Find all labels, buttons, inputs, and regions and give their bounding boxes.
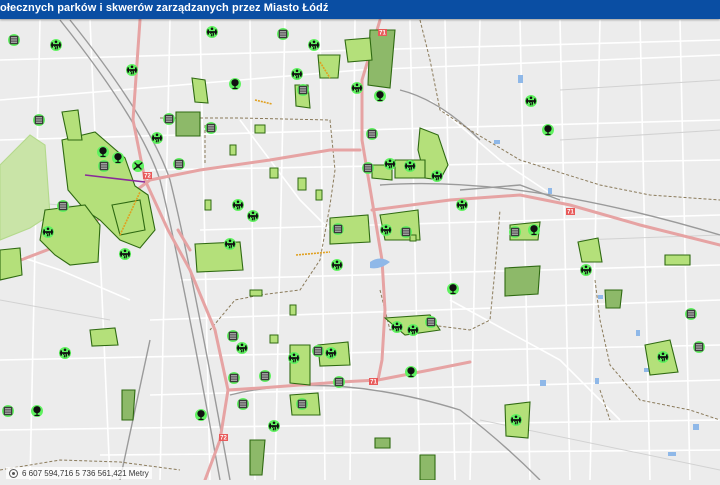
sport-marker	[132, 160, 144, 172]
toilet-marker	[2, 405, 14, 417]
fitness-marker	[232, 199, 244, 211]
road-shield-71-south: 71	[369, 378, 378, 386]
fitness-marker	[407, 324, 419, 336]
park-rect-north	[175, 111, 201, 137]
road-label: 71	[370, 380, 377, 386]
toilet-marker	[332, 223, 344, 235]
playground-marker	[374, 90, 386, 102]
fitness-marker	[351, 82, 363, 94]
park-east-small-2	[604, 289, 623, 309]
fitness-marker	[42, 226, 54, 238]
fitness-marker	[431, 170, 443, 182]
toilet-marker	[333, 376, 345, 388]
playground-marker	[447, 283, 459, 295]
road-shield-71-east: 71	[566, 208, 575, 216]
fitness-marker	[224, 238, 236, 250]
toilet-marker	[277, 28, 289, 40]
park-west-strip	[0, 247, 23, 281]
toilet-marker	[297, 84, 309, 96]
park-north-1	[191, 77, 209, 104]
fitness-marker	[288, 352, 300, 364]
park-south-6	[121, 389, 136, 421]
playground-marker	[528, 224, 540, 236]
toilet-marker	[366, 128, 378, 140]
fitness-marker	[525, 95, 537, 107]
fitness-marker	[510, 414, 522, 426]
park-east-strip	[664, 254, 691, 266]
toilet-marker	[98, 160, 110, 172]
park-west-mid	[89, 327, 119, 347]
playground-marker	[405, 366, 417, 378]
park-south-9	[249, 439, 266, 476]
fitness-marker	[657, 351, 669, 363]
toilet-marker	[296, 398, 308, 410]
fitness-marker	[119, 248, 131, 260]
playground-marker	[31, 405, 43, 417]
toilet-marker	[362, 162, 374, 174]
toilet-marker	[312, 345, 324, 357]
toilet-marker	[693, 341, 705, 353]
map-view[interactable]: 71 72 71 71 72	[0, 0, 720, 482]
fitness-marker	[59, 347, 71, 359]
map-title: ołecznych parków i skwerów zarządzanych …	[0, 2, 329, 14]
fitness-marker	[151, 132, 163, 144]
park-east-small-1	[577, 237, 603, 263]
fitness-marker	[236, 342, 248, 354]
fitness-marker	[380, 224, 392, 236]
toilet-marker	[685, 308, 697, 320]
fitness-marker	[126, 64, 138, 76]
road-shield-72-south: 72	[219, 434, 228, 442]
fitness-marker	[247, 210, 259, 222]
toilet-marker	[8, 34, 20, 46]
park-north-3	[317, 54, 341, 79]
fitness-marker	[206, 26, 218, 38]
road-label: 72	[144, 174, 151, 180]
road-shield-71-north: 71	[378, 29, 387, 37]
fitness-marker	[291, 68, 303, 80]
park-south-8	[419, 454, 436, 481]
road-label: 71	[567, 210, 574, 216]
toilet-marker	[400, 226, 412, 238]
playground-marker	[112, 152, 124, 164]
fitness-marker	[404, 160, 416, 172]
park-center-2	[194, 241, 244, 273]
toilet-marker	[425, 316, 437, 328]
park-south-7	[374, 437, 391, 449]
playground-marker	[229, 78, 241, 90]
fitness-marker	[391, 321, 403, 333]
park-north-5	[344, 37, 373, 63]
map-canvas[interactable]: 71 72 71 71 72	[0, 0, 720, 482]
fitness-marker	[308, 39, 320, 51]
road-shield-72-west: 72	[143, 172, 152, 180]
fitness-marker	[580, 264, 592, 276]
toilet-marker	[33, 114, 45, 126]
toilet-marker	[173, 158, 185, 170]
fitness-marker	[268, 420, 280, 432]
toilet-marker	[227, 330, 239, 342]
playground-marker	[97, 146, 109, 158]
toilet-marker	[509, 226, 521, 238]
toilet-marker	[205, 122, 217, 134]
park-east-field	[504, 265, 541, 297]
coordinate-readout: 6 607 594,716 5 736 561,421 Metry	[6, 467, 152, 479]
toilet-marker	[57, 200, 69, 212]
playground-marker	[195, 409, 207, 421]
toilet-marker	[163, 113, 175, 125]
toilet-marker	[259, 370, 271, 382]
coordinate-text: 6 607 594,716 5 736 561,421 Metry	[22, 468, 149, 478]
road-label: 72	[220, 436, 227, 442]
fitness-marker	[50, 39, 62, 51]
playground-marker	[542, 124, 554, 136]
toilet-marker	[228, 372, 240, 384]
fitness-marker	[456, 199, 468, 211]
title-bar: ołecznych parków i skwerów zarządzanych …	[0, 0, 720, 19]
fitness-marker	[331, 259, 343, 271]
fitness-marker	[384, 158, 396, 170]
toilet-marker	[237, 398, 249, 410]
crosshair-icon	[9, 468, 18, 478]
road-label: 71	[379, 31, 386, 37]
fitness-marker	[325, 347, 337, 359]
park-south-1	[289, 344, 311, 386]
